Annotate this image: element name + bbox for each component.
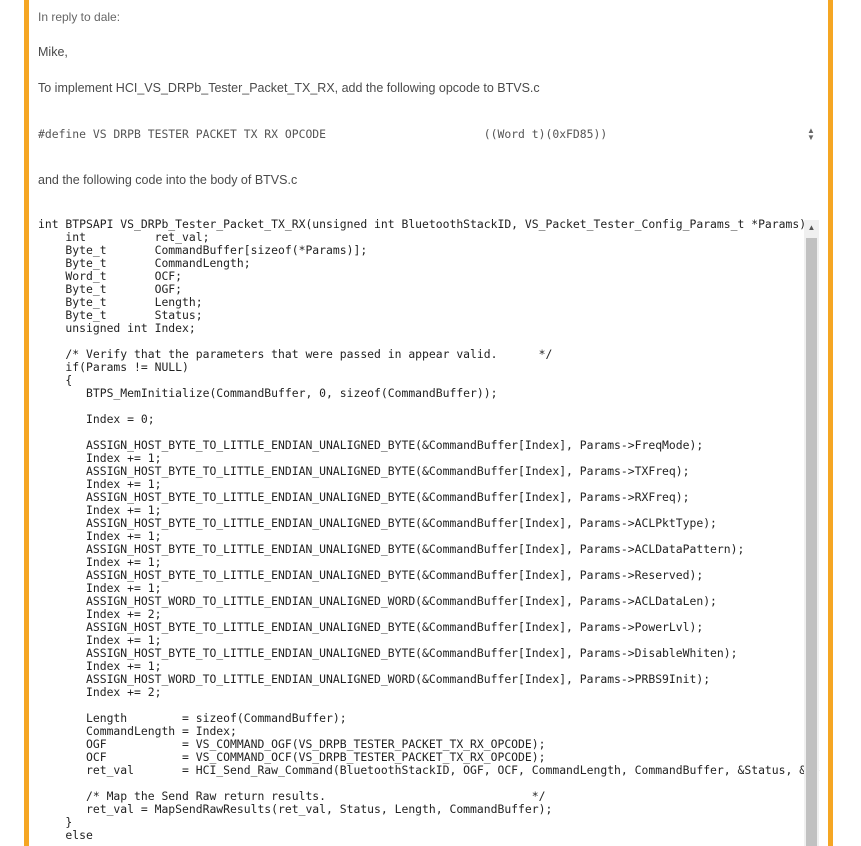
code-line xyxy=(38,400,820,413)
code-vertical-scrollbar[interactable]: ▲ xyxy=(804,220,819,846)
code-line: Index += 2; xyxy=(38,685,162,699)
define-code-block[interactable]: #define VS DRPB TESTER PACKET TX RX OPCO… xyxy=(38,122,820,146)
forum-post-body: In reply to dale: Mike, To implement HCI… xyxy=(29,0,828,846)
code-line: ret_val = HCI_Send_Raw_Command(Bluetooth… xyxy=(86,763,820,777)
function-code-block[interactable]: int BTPSAPI VS_DRPb_Tester_Packet_TX_RX(… xyxy=(38,218,820,846)
code-line: } xyxy=(38,815,73,829)
post-border-right xyxy=(828,0,833,846)
code-line: else xyxy=(38,828,93,842)
following-text: and the following code into the body of … xyxy=(38,173,298,187)
code-line: if(Params != NULL) xyxy=(38,360,189,374)
scrollbar-thumb[interactable] xyxy=(806,238,817,846)
code-line: Index = 0; xyxy=(38,412,155,426)
define-code-line: #define VS DRPB TESTER PACKET TX RX OPCO… xyxy=(38,127,608,141)
intro-text: To implement HCI_VS_DRPb_Tester_Packet_T… xyxy=(38,81,540,95)
code-expand-toggle-icon[interactable]: ▲ ▼ xyxy=(806,127,816,142)
code-line: BTPS_MemInitialize(CommandBuffer, 0, siz… xyxy=(38,386,498,400)
scroll-up-icon[interactable]: ▲ xyxy=(804,220,819,235)
reply-quote-header: In reply to dale: xyxy=(38,10,121,24)
greeting-text: Mike, xyxy=(38,45,68,59)
code-line: ret_val = MapSendRawResults(ret_val, Sta… xyxy=(38,802,553,816)
code-line: unsigned int Index; xyxy=(38,321,196,335)
